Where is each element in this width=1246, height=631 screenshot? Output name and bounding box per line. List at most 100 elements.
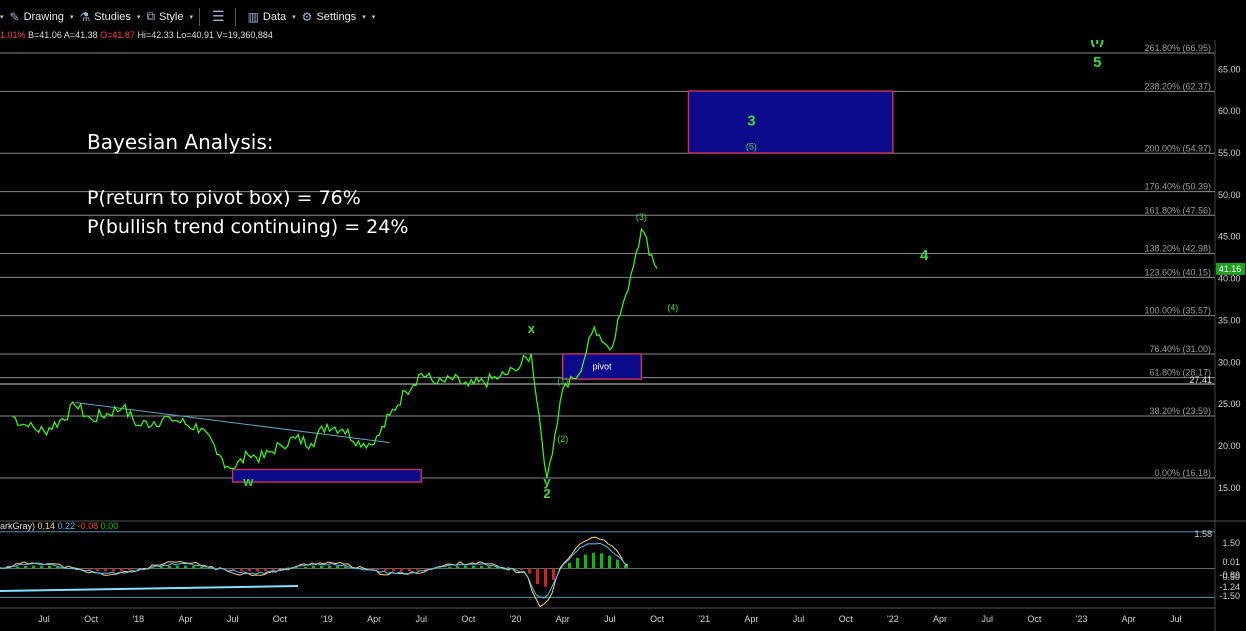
indicator-histogram-bar (120, 568, 123, 572)
high-value: Hi=42.33 (137, 30, 174, 40)
studies-menu[interactable]: ⚗ Studies ▾ (79, 10, 140, 24)
x-tick-label: '21 (698, 614, 710, 624)
x-tick-label: Apr (178, 614, 192, 624)
x-tick-label: Jul (604, 614, 616, 624)
bar-chart-icon: ▥ (247, 9, 259, 24)
annotation-line-2: P(bullish trend continuing) = 24% (87, 216, 409, 238)
indicator-histogram-bar (440, 567, 443, 569)
pivot-box-label: pivot (593, 361, 613, 371)
data-menu[interactable]: ▥ Data ▾ (248, 10, 296, 24)
y-tick-label: 40.00 (1218, 274, 1241, 284)
indicator-histogram-bar (184, 565, 187, 569)
wave-label: 5 (1093, 54, 1101, 71)
chevron-down-icon: ▾ (189, 13, 193, 21)
panels-icon: ☰ (212, 8, 225, 24)
x-tick-label: Oct (273, 614, 288, 624)
panels-button[interactable]: ☰ (212, 8, 229, 25)
toolbar-divider (199, 7, 200, 26)
indicator-histogram-bar (256, 568, 259, 572)
indicator-histogram-bar (368, 568, 371, 570)
fib-level-label: 100.00% (35.57) (1144, 306, 1211, 316)
x-tick-label: Apr (367, 614, 381, 624)
y-tick-label: 20.00 (1218, 441, 1241, 451)
fib-level-label: 38.20% (23.59) (1149, 406, 1211, 416)
indicator-histogram-bar (200, 566, 203, 569)
indicator-histogram-bar (248, 568, 251, 572)
indicator-histogram-bar (88, 568, 91, 571)
settings-menu[interactable]: ⚙ Settings ▾ ▾ (302, 10, 376, 24)
indicator-histogram-bar (32, 565, 35, 569)
support-level-label: 27.41 (1189, 375, 1212, 385)
target-box (687, 90, 894, 154)
quote-bar: 1.01% B=41.06 A=41.38 O=41.87 Hi=42.33 L… (0, 30, 273, 40)
x-tick-label: Oct (84, 614, 99, 624)
fib-level-label: 138.20% (42.98) (1144, 244, 1211, 254)
indicator-histogram-bar (304, 566, 307, 569)
y-tick-label: 65.00 (1218, 64, 1241, 74)
volume-value: V=19,360,884 (216, 30, 273, 40)
fib-level-label: 76.40% (31.00) (1149, 344, 1211, 354)
indicator-axis-label: 1.50 (1222, 538, 1240, 548)
indicator-histogram-bar (24, 565, 27, 569)
wave-label: (3) (636, 212, 647, 222)
indicator-histogram-bar (592, 552, 595, 569)
indicator-histogram-bar (336, 565, 339, 569)
indicator-histogram-bar (464, 565, 467, 569)
indicator-histogram-bar (600, 553, 603, 569)
fib-level-label: 200.00% (54.97) (1144, 143, 1211, 153)
indicator-histogram-bar (104, 568, 107, 572)
indicator-histogram-bar (472, 565, 475, 569)
x-tick-label: '23 (1076, 614, 1088, 624)
chevron-down-icon: ▾ (136, 13, 141, 21)
indicator-axis-label: -1.50 (1219, 591, 1240, 601)
fib-level-label: 123.60% (40.15) (1144, 267, 1211, 277)
toolbar-divider (234, 7, 236, 26)
indicator-histogram-bar (568, 562, 571, 569)
toolbar-left-caret-icon[interactable]: ▾ (0, 13, 4, 21)
wave-label: (5) (746, 142, 757, 152)
x-tick-label: '18 (132, 614, 144, 624)
indicator-histogram-bar (616, 559, 619, 569)
y-tick-label: 25.00 (1218, 399, 1241, 409)
chevron-down-icon: ▾ (69, 13, 74, 21)
indicator-value-4: 0.00 (100, 521, 119, 531)
last-price-label: 41.16 (1219, 264, 1242, 274)
indicator-histogram-bar (160, 566, 163, 569)
x-tick-label: Jul (793, 614, 805, 624)
drawing-menu[interactable]: ✎ Drawing ▾ (10, 10, 74, 24)
indicator-histogram-bar (384, 568, 387, 571)
flask-icon: ⚗ (79, 9, 91, 24)
chevron-down-icon: ▾ (362, 13, 366, 21)
indicator-axis-label: 1.58 (1194, 529, 1212, 539)
indicator-histogram-bar (296, 567, 299, 569)
x-tick-label: Jul (1170, 614, 1182, 624)
style-menu[interactable]: ⧉ Style ▾ (146, 9, 193, 24)
wave-label: (1) (557, 376, 568, 386)
indicator-histogram-bar (240, 568, 243, 571)
indicator-histogram-bar (16, 566, 19, 569)
y-tick-label: 50.00 (1218, 190, 1241, 200)
y-tick-label: 15.00 (1218, 483, 1241, 493)
open-value: O=41.87 (100, 30, 135, 40)
indicator-histogram-bar (192, 565, 195, 569)
indicator-histogram-bar (544, 568, 547, 587)
indicator-histogram-bar (536, 568, 539, 585)
indicator-histogram-bar (456, 566, 459, 569)
wave-label: x (528, 321, 536, 336)
wave-label: 4 (920, 247, 929, 264)
indicator-histogram-bar (584, 554, 587, 569)
x-tick-label: Jul (227, 614, 239, 624)
indicator-histogram-bar (552, 568, 555, 581)
indicator-histogram-bar (96, 568, 99, 571)
price-chart[interactable]: 261.80% (66.95) 238.20% (62.37) 200.00% (5… (0, 40, 1246, 631)
annotation-title: Bayesian Analysis: (87, 130, 274, 154)
fib-level-label: 176.40% (50.39) (1144, 182, 1211, 192)
indicator-name: arkGray) (0, 521, 36, 531)
x-tick-label: '19 (321, 614, 333, 624)
indicator-histogram-bar (400, 568, 403, 572)
indicator-axis-label: 0.01 (1222, 557, 1240, 567)
indicator-value-3: -0.08 (77, 521, 99, 531)
indicator-histogram-bar (40, 565, 43, 569)
y-tick-label: 35.00 (1218, 315, 1241, 325)
wave-label: (2) (557, 434, 568, 444)
